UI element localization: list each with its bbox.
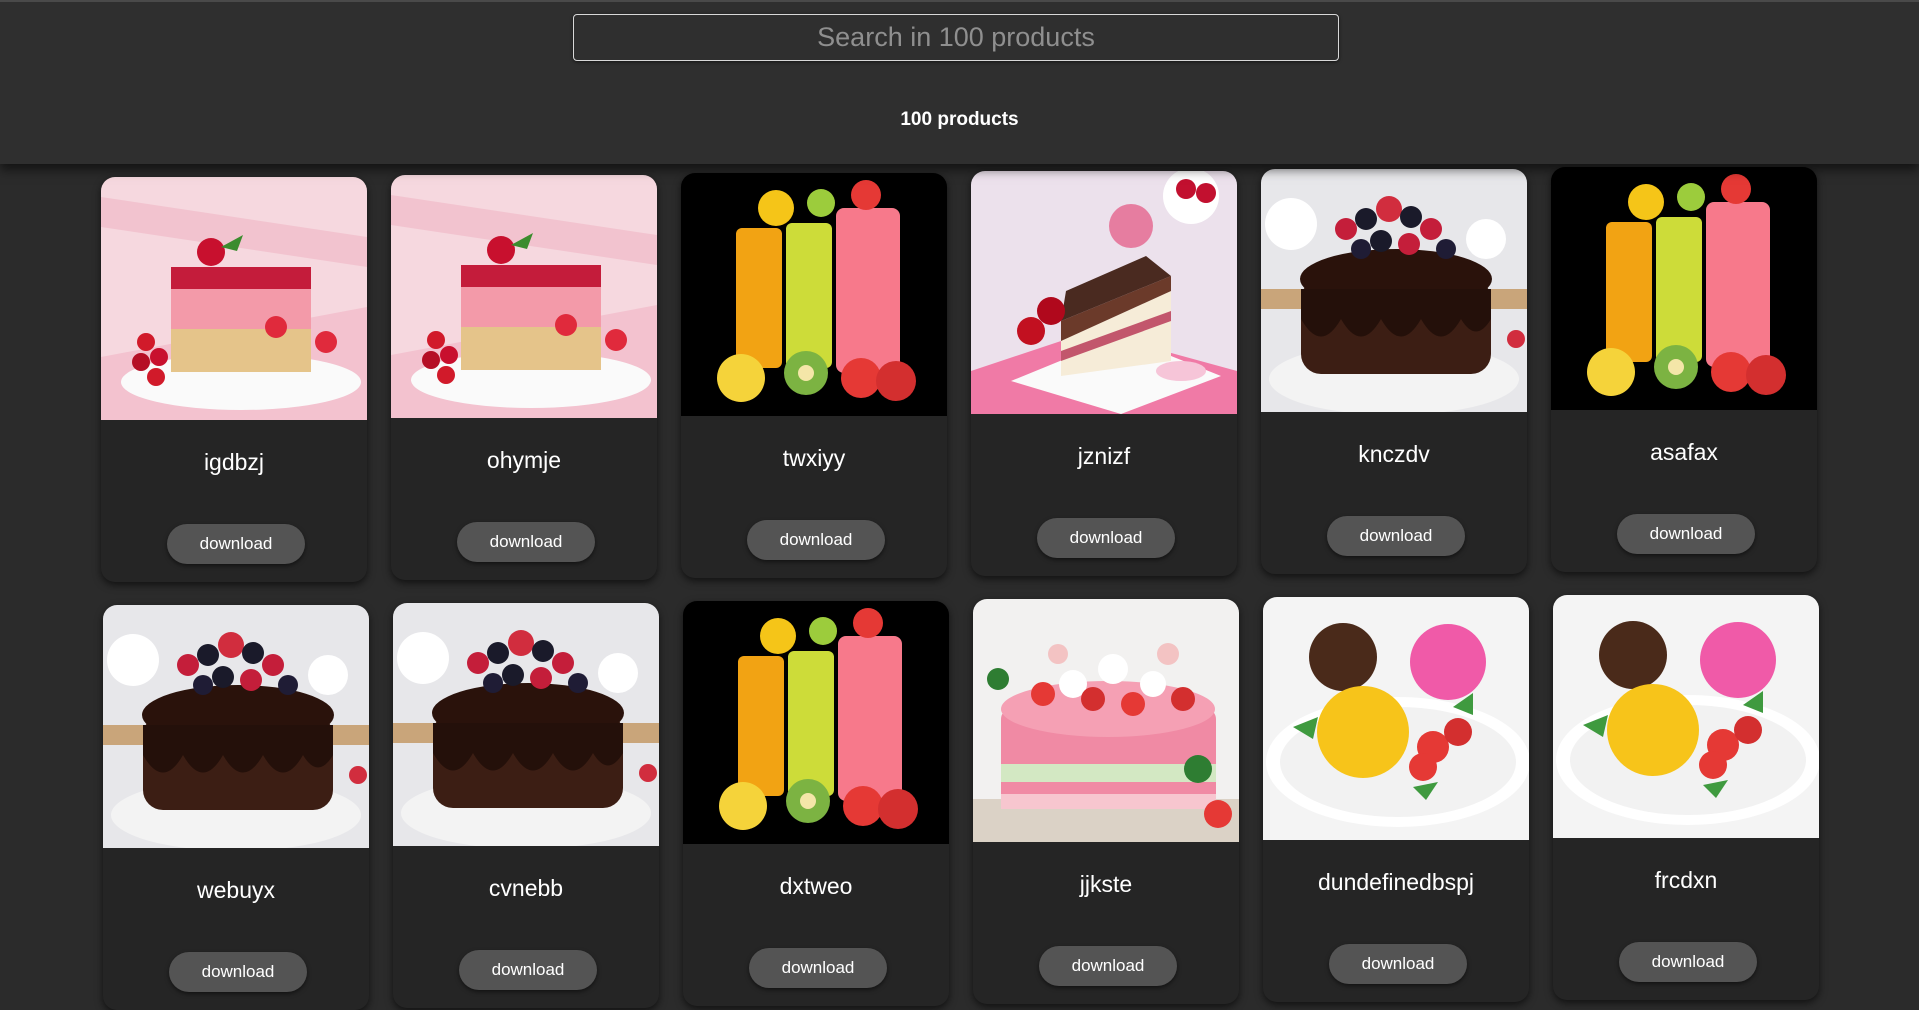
ice-cream-scoops-image — [1263, 597, 1529, 840]
strawberry-layer-cake-image — [973, 599, 1239, 842]
product-card: cvnebb download — [393, 603, 659, 1008]
download-button[interactable]: download — [459, 950, 597, 990]
download-button[interactable]: download — [1037, 518, 1175, 558]
chocolate-berry-cake-image — [103, 605, 369, 848]
download-button[interactable]: download — [169, 952, 307, 992]
product-name: jznizf — [1077, 443, 1131, 469]
product-image — [1261, 169, 1527, 412]
chocolate-berry-cake-image — [1261, 169, 1527, 412]
product-card: knczdv download — [1261, 169, 1527, 574]
product-image — [1551, 167, 1817, 410]
product-card: frcdxn download — [1553, 595, 1819, 1000]
chocolate-berry-cake-image — [393, 603, 659, 846]
product-card: dxtweo download — [683, 601, 949, 1006]
download-button[interactable]: download — [1039, 946, 1177, 986]
strawberry-mousse-cake-image — [101, 177, 367, 420]
product-image — [101, 177, 367, 420]
layer-cake-slice-image — [971, 171, 1237, 414]
product-card: asafax download — [1551, 167, 1817, 572]
product-card: dundefinedbspj download — [1263, 597, 1529, 1002]
product-name: dundefinedbspj — [1317, 869, 1475, 895]
product-card: jjkste download — [973, 599, 1239, 1004]
product-name: webuyx — [197, 877, 275, 903]
download-button[interactable]: download — [457, 522, 595, 562]
download-button[interactable]: download — [1619, 942, 1757, 982]
product-image — [393, 603, 659, 846]
product-name: twxiyy — [782, 445, 846, 471]
product-name: igdbzj — [203, 449, 265, 475]
product-image — [683, 601, 949, 844]
download-button[interactable]: download — [1329, 944, 1467, 984]
top-bar: 100 products — [0, 0, 1919, 164]
product-image — [391, 175, 657, 418]
product-name: jjkste — [1079, 871, 1133, 897]
product-image — [1553, 595, 1819, 838]
product-image — [681, 173, 947, 416]
product-count: 100 products — [900, 109, 1019, 130]
product-card: igdbzj download — [101, 177, 367, 582]
product-card: twxiyy download — [681, 173, 947, 578]
product-name: asafax — [1650, 439, 1718, 465]
product-image — [971, 171, 1237, 414]
download-button[interactable]: download — [1327, 516, 1465, 556]
download-button[interactable]: download — [167, 524, 305, 564]
product-image — [973, 599, 1239, 842]
product-image — [1263, 597, 1529, 840]
product-card: webuyx download — [103, 605, 369, 1010]
strawberry-mousse-cake-image — [391, 175, 657, 418]
product-image — [103, 605, 369, 848]
product-card: jznizf download — [971, 171, 1237, 576]
fruit-smoothies-image — [683, 601, 949, 844]
product-name: ohymje — [486, 447, 562, 473]
download-button[interactable]: download — [747, 520, 885, 560]
download-button[interactable]: download — [749, 948, 887, 988]
product-name: frcdxn — [1654, 867, 1718, 893]
fruit-smoothies-image — [681, 173, 947, 416]
product-name: dxtweo — [779, 873, 853, 899]
fruit-smoothies-image — [1551, 167, 1817, 410]
ice-cream-scoops-image — [1553, 595, 1819, 838]
product-card: ohymje download — [391, 175, 657, 580]
download-button[interactable]: download — [1617, 514, 1755, 554]
search-input[interactable] — [573, 14, 1339, 61]
product-name: cvnebb — [488, 875, 564, 901]
product-name: knczdv — [1358, 441, 1430, 467]
